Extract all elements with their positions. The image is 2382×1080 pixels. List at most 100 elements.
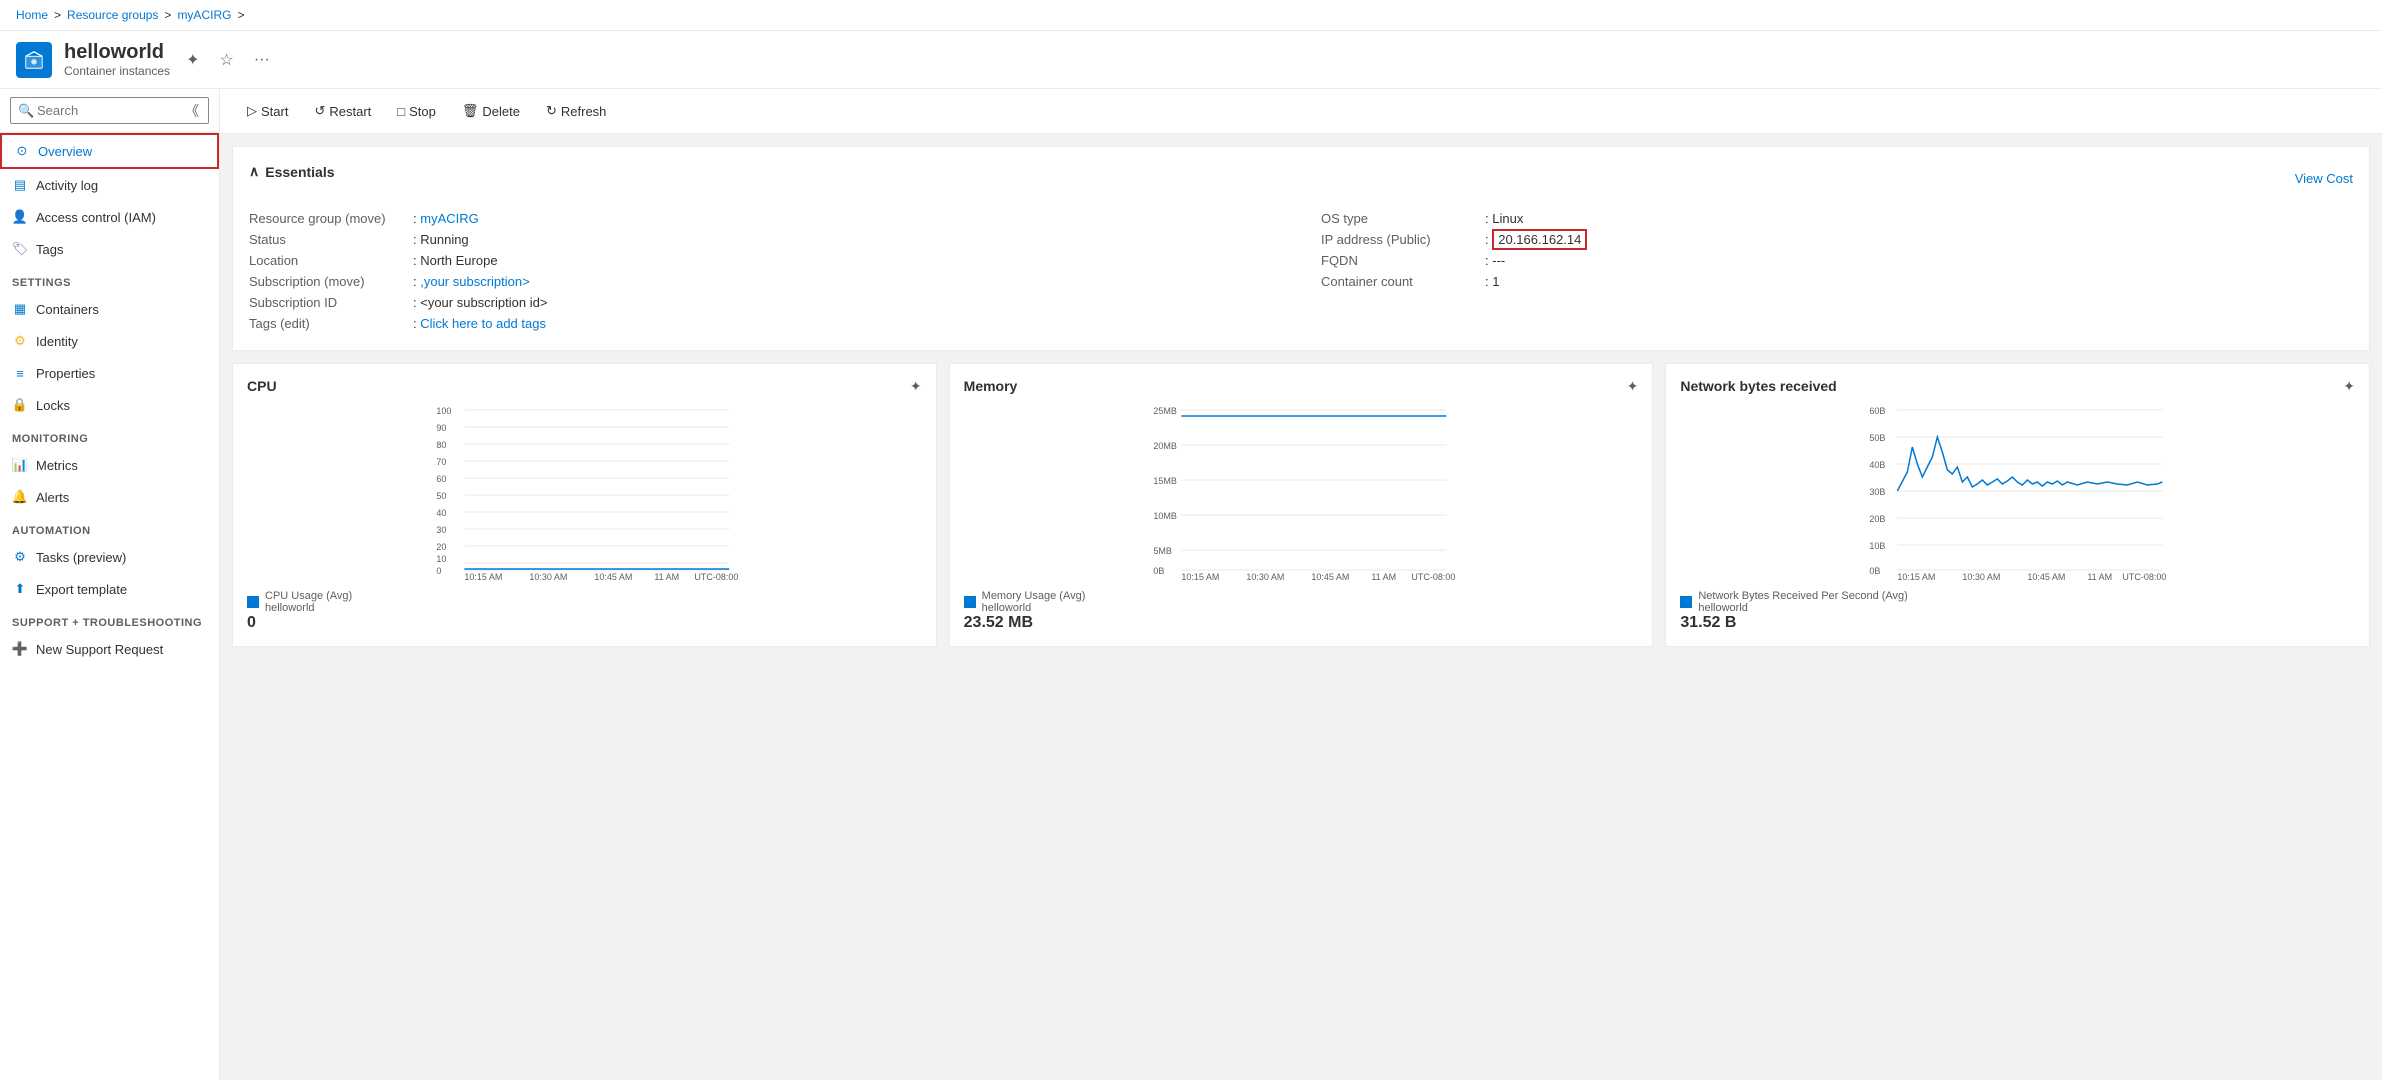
- network-chart-footer: Network Bytes Received Per Second (Avg) …: [1680, 590, 2355, 614]
- network-chart-card: Network bytes received ✦ 60B 50B 40B 30B…: [1665, 363, 2370, 647]
- search-input[interactable]: [10, 97, 209, 124]
- restart-button[interactable]: ↺ Restart: [303, 97, 382, 125]
- svg-text:40: 40: [436, 508, 446, 518]
- sidebar-item-properties[interactable]: ≡ Properties: [0, 357, 219, 389]
- view-cost-link[interactable]: View Cost: [2295, 171, 2353, 186]
- sidebar-export-template-label: Export template: [36, 582, 127, 597]
- tags-icon: 🏷: [12, 241, 28, 257]
- memory-value: 23.52 MB: [964, 614, 1639, 632]
- sidebar-containers-label: Containers: [36, 302, 99, 317]
- cpu-chart-svg: 100 90 80 70 60 50 40 30 20 10 0: [247, 402, 922, 582]
- delete-button[interactable]: 🗑 Delete: [451, 97, 531, 125]
- support-section-header: Support + troubleshooting: [0, 605, 219, 633]
- stop-icon: □: [397, 104, 405, 119]
- network-pin-button[interactable]: ✦: [2343, 378, 2355, 395]
- refresh-button[interactable]: ↻ Refresh: [535, 97, 617, 125]
- resource-group-link[interactable]: myACIRG: [420, 211, 479, 226]
- cpu-pin-button[interactable]: ✦: [910, 378, 922, 395]
- svg-text:10B: 10B: [1870, 541, 1886, 551]
- properties-icon: ≡: [12, 365, 28, 381]
- network-legend-subtext: helloworld: [1698, 602, 1908, 614]
- svg-text:70: 70: [436, 457, 446, 467]
- container-count-value: 1: [1492, 274, 1499, 289]
- charts-area: CPU ✦ 100 90 80 70 60 50 40 30 20 10: [232, 363, 2370, 647]
- sidebar: 🔍 《 ⊙ Overview ▤ Activity log 👤 Access c…: [0, 89, 220, 1080]
- resource-header: helloworld Container instances ✦ ☆ ···: [0, 31, 2382, 89]
- sidebar-item-export-template[interactable]: ⬆ Export template: [0, 573, 219, 605]
- network-chart-svg: 60B 50B 40B 30B 20B 10B 0B: [1680, 402, 2355, 582]
- sidebar-item-activity-log[interactable]: ▤ Activity log: [0, 169, 219, 201]
- sidebar-access-control-label: Access control (IAM): [36, 210, 156, 225]
- svg-text:50B: 50B: [1870, 433, 1886, 443]
- svg-text:10:45 AM: 10:45 AM: [2028, 572, 2066, 582]
- sidebar-item-alerts[interactable]: 🔔 Alerts: [0, 481, 219, 513]
- tags-link[interactable]: Click here to add tags: [420, 316, 546, 331]
- sidebar-item-locks[interactable]: 🔒 Locks: [0, 389, 219, 421]
- restart-icon: ↺: [314, 103, 325, 119]
- svg-text:10:30 AM: 10:30 AM: [529, 572, 567, 582]
- memory-legend-text: Memory Usage (Avg): [982, 590, 1086, 602]
- ip-address-value: 20.166.162.14: [1492, 229, 1587, 250]
- more-button[interactable]: ···: [250, 47, 274, 73]
- sidebar-item-metrics[interactable]: 📊 Metrics: [0, 449, 219, 481]
- os-type-row: OS type : Linux: [1321, 208, 2353, 229]
- toolbar: ▷ Start ↺ Restart □ Stop 🗑 Delete ↻ Refr…: [220, 89, 2382, 134]
- svg-text:30B: 30B: [1870, 487, 1886, 497]
- essentials-header[interactable]: ∧ Essentials: [249, 163, 335, 180]
- location-row: Location : North Europe: [249, 250, 1281, 271]
- resource-subtitle: Container instances: [64, 64, 170, 78]
- svg-text:10: 10: [436, 554, 446, 564]
- svg-text:10:15 AM: 10:15 AM: [1898, 572, 1936, 582]
- sidebar-item-identity[interactable]: ⚙ Identity: [0, 325, 219, 357]
- svg-text:UTC-08:00: UTC-08:00: [2123, 572, 2167, 582]
- memory-chart-title: Memory: [964, 378, 1639, 394]
- identity-icon: ⚙: [12, 333, 28, 349]
- stop-button[interactable]: □ Stop: [386, 98, 447, 125]
- os-type-value: Linux: [1492, 211, 1523, 226]
- network-value: 31.52 B: [1680, 614, 2355, 632]
- breadcrumb-myacirg[interactable]: myACIRG: [177, 8, 231, 22]
- svg-text:10MB: 10MB: [1153, 511, 1177, 521]
- collapse-sidebar-button[interactable]: 《: [185, 101, 199, 121]
- sidebar-item-tasks[interactable]: ⚙ Tasks (preview): [0, 541, 219, 573]
- svg-text:UTC-08:00: UTC-08:00: [694, 572, 738, 582]
- sidebar-locks-label: Locks: [36, 398, 70, 413]
- svg-text:90: 90: [436, 423, 446, 433]
- favorite-button[interactable]: ☆: [215, 46, 237, 74]
- network-legend-text: Network Bytes Received Per Second (Avg): [1698, 590, 1908, 602]
- sidebar-item-overview[interactable]: ⊙ Overview: [0, 133, 219, 169]
- svg-text:0B: 0B: [1870, 566, 1881, 576]
- memory-chart-svg: 25MB 20MB 15MB 10MB 5MB 0B: [964, 402, 1639, 582]
- status-row: Status : Running: [249, 229, 1281, 250]
- memory-pin-button[interactable]: ✦: [1627, 378, 1639, 395]
- svg-text:25MB: 25MB: [1153, 406, 1177, 416]
- memory-legend-subtext: helloworld: [982, 602, 1086, 614]
- sidebar-new-support-label: New Support Request: [36, 642, 163, 657]
- content-area: ▷ Start ↺ Restart □ Stop 🗑 Delete ↻ Refr…: [220, 89, 2382, 1080]
- svg-text:20B: 20B: [1870, 514, 1886, 524]
- cpu-chart-card: CPU ✦ 100 90 80 70 60 50 40 30 20 10: [232, 363, 937, 647]
- sidebar-item-containers[interactable]: ▦ Containers: [0, 293, 219, 325]
- subscription-row: Subscription (move) : ,your subscription…: [249, 271, 1281, 292]
- svg-text:10:45 AM: 10:45 AM: [1311, 572, 1349, 582]
- essentials-grid: Resource group (move) : myACIRG Status :…: [249, 208, 2353, 334]
- sidebar-tasks-label: Tasks (preview): [36, 550, 126, 565]
- network-chart-body: 60B 50B 40B 30B 20B 10B 0B: [1680, 402, 2355, 582]
- tags-row: Tags (edit) : Click here to add tags: [249, 313, 1281, 334]
- breadcrumb-home[interactable]: Home: [16, 8, 48, 22]
- svg-text:60: 60: [436, 474, 446, 484]
- new-support-icon: ➕: [12, 641, 28, 657]
- subscription-link[interactable]: ,your subscription>: [420, 274, 529, 289]
- essentials-title: Essentials: [265, 164, 334, 180]
- cpu-value: 0: [247, 614, 922, 632]
- breadcrumb-resource-groups[interactable]: Resource groups: [67, 8, 158, 22]
- overview-icon: ⊙: [14, 143, 30, 159]
- svg-text:10:45 AM: 10:45 AM: [594, 572, 632, 582]
- sidebar-item-access-control[interactable]: 👤 Access control (IAM): [0, 201, 219, 233]
- sidebar-item-new-support[interactable]: ➕ New Support Request: [0, 633, 219, 665]
- svg-text:10:30 AM: 10:30 AM: [1963, 572, 2001, 582]
- location-value: North Europe: [420, 253, 497, 268]
- sidebar-item-tags[interactable]: 🏷 Tags: [0, 233, 219, 265]
- pin-button[interactable]: ✦: [182, 46, 203, 74]
- start-button[interactable]: ▷ Start: [236, 97, 299, 125]
